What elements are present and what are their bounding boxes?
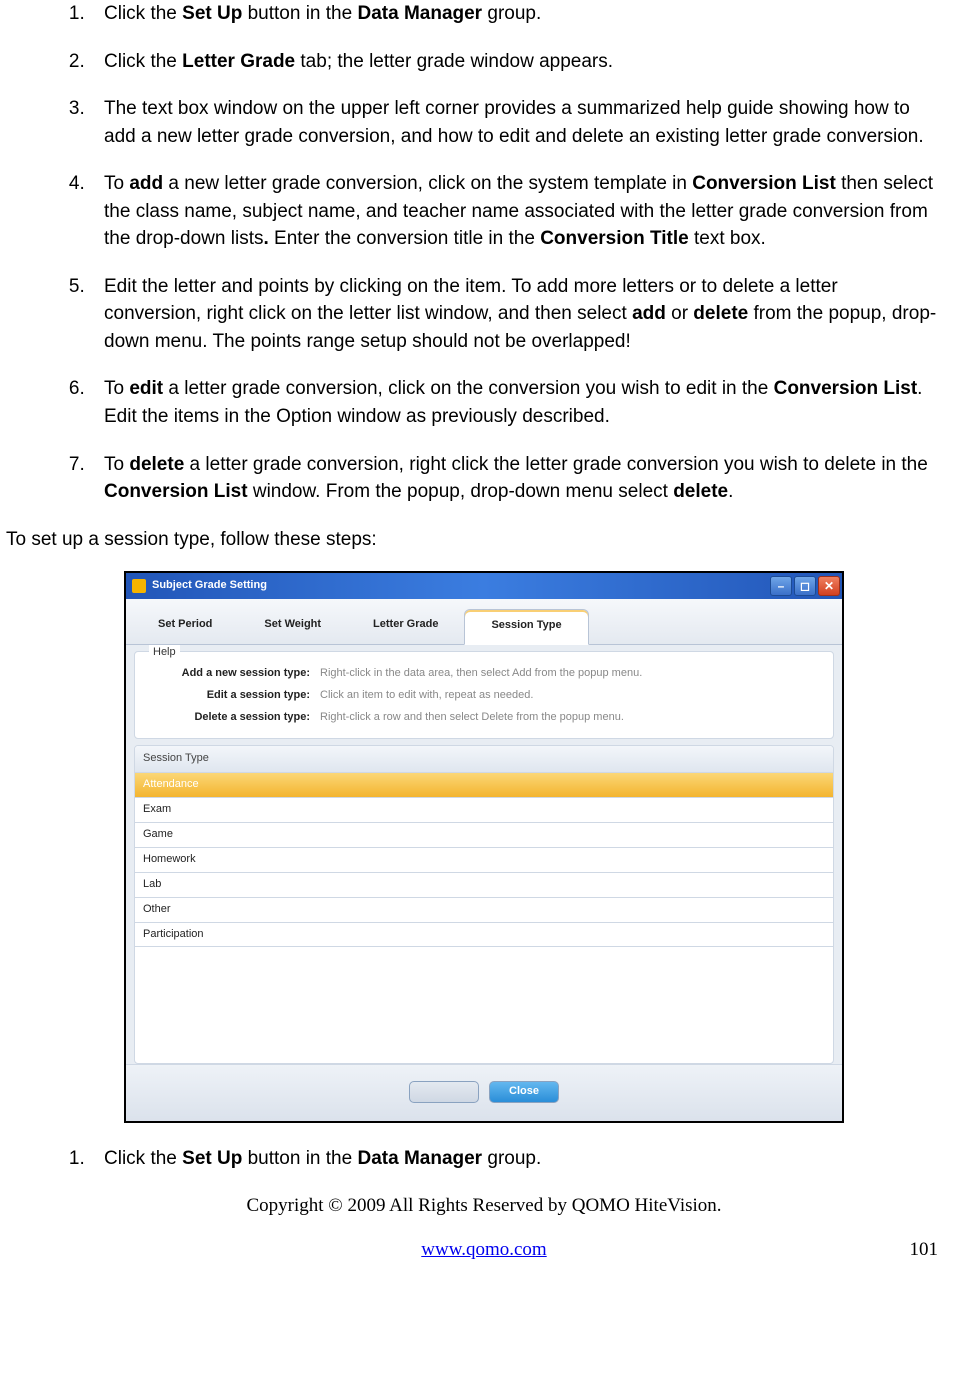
close-button[interactable]: Close: [489, 1081, 559, 1103]
instruction-list-a: Click the Set Up button in the Data Mana…: [60, 0, 938, 506]
window-frame: Subject Grade Setting – ◻ ✕ Set Period S…: [124, 571, 844, 1123]
list-body[interactable]: Attendance Exam Game Homework Lab Other …: [135, 773, 833, 1063]
session-type-list: Session Type Attendance Exam Game Homewo…: [134, 745, 834, 1064]
list-item: Click the Set Up button in the Data Mana…: [90, 0, 938, 28]
help-row: Edit a session type: Click an item to ed…: [145, 688, 823, 704]
list-item: To delete a letter grade conversion, rig…: [90, 451, 938, 506]
list-column-header[interactable]: Session Type: [135, 746, 833, 773]
list-item-homework[interactable]: Homework: [135, 848, 833, 873]
tab-bar: Set Period Set Weight Letter Grade Sessi…: [126, 599, 842, 645]
tab-session-type[interactable]: Session Type: [464, 609, 588, 645]
help-row: Delete a session type: Right-click a row…: [145, 710, 823, 726]
instruction-list-b: Click the Set Up button in the Data Mana…: [60, 1145, 938, 1173]
list-item: To edit a letter grade conversion, click…: [90, 375, 938, 430]
list-item: The text box window on the upper left co…: [90, 95, 938, 150]
app-icon: [132, 579, 146, 593]
help-row: Add a new session type: Right-click in t…: [145, 666, 823, 682]
list-item-attendance[interactable]: Attendance: [135, 773, 833, 798]
list-item: Edit the letter and points by clicking o…: [90, 273, 938, 356]
list-item: To add a new letter grade conversion, cl…: [90, 170, 938, 253]
maximize-button[interactable]: ◻: [794, 576, 816, 596]
page-number: 101: [910, 1236, 939, 1264]
tab-letter-grade[interactable]: Letter Grade: [347, 609, 464, 644]
help-panel: Help Add a new session type: Right-click…: [134, 651, 834, 739]
embedded-screenshot: Subject Grade Setting – ◻ ✕ Set Period S…: [0, 571, 968, 1123]
copyright-text: Copyright © 2009 All Rights Reserved by …: [0, 1192, 968, 1220]
list-item-participation[interactable]: Participation: [135, 923, 833, 948]
disabled-button: [409, 1081, 479, 1103]
minimize-button[interactable]: –: [770, 576, 792, 596]
footer-link[interactable]: www.qomo.com: [421, 1236, 546, 1264]
tab-set-period[interactable]: Set Period: [132, 609, 238, 644]
list-item: Click the Letter Grade tab; the letter g…: [90, 48, 938, 76]
document-page: Click the Set Up button in the Data Mana…: [0, 0, 968, 1274]
section-intro: To set up a session type, follow these s…: [6, 526, 968, 554]
help-label: Help: [149, 645, 180, 661]
window-titlebar[interactable]: Subject Grade Setting – ◻ ✕: [126, 573, 842, 599]
window-close-button[interactable]: ✕: [818, 576, 840, 596]
tab-set-weight[interactable]: Set Weight: [238, 609, 347, 644]
list-item-exam[interactable]: Exam: [135, 798, 833, 823]
list-item-lab[interactable]: Lab: [135, 873, 833, 898]
footer: www.qomo.com 101: [0, 1236, 968, 1264]
list-item-other[interactable]: Other: [135, 898, 833, 923]
window-title: Subject Grade Setting: [152, 578, 267, 594]
dialog-button-row: Close: [126, 1064, 842, 1121]
list-item: Click the Set Up button in the Data Mana…: [90, 1145, 938, 1173]
list-item-game[interactable]: Game: [135, 823, 833, 848]
